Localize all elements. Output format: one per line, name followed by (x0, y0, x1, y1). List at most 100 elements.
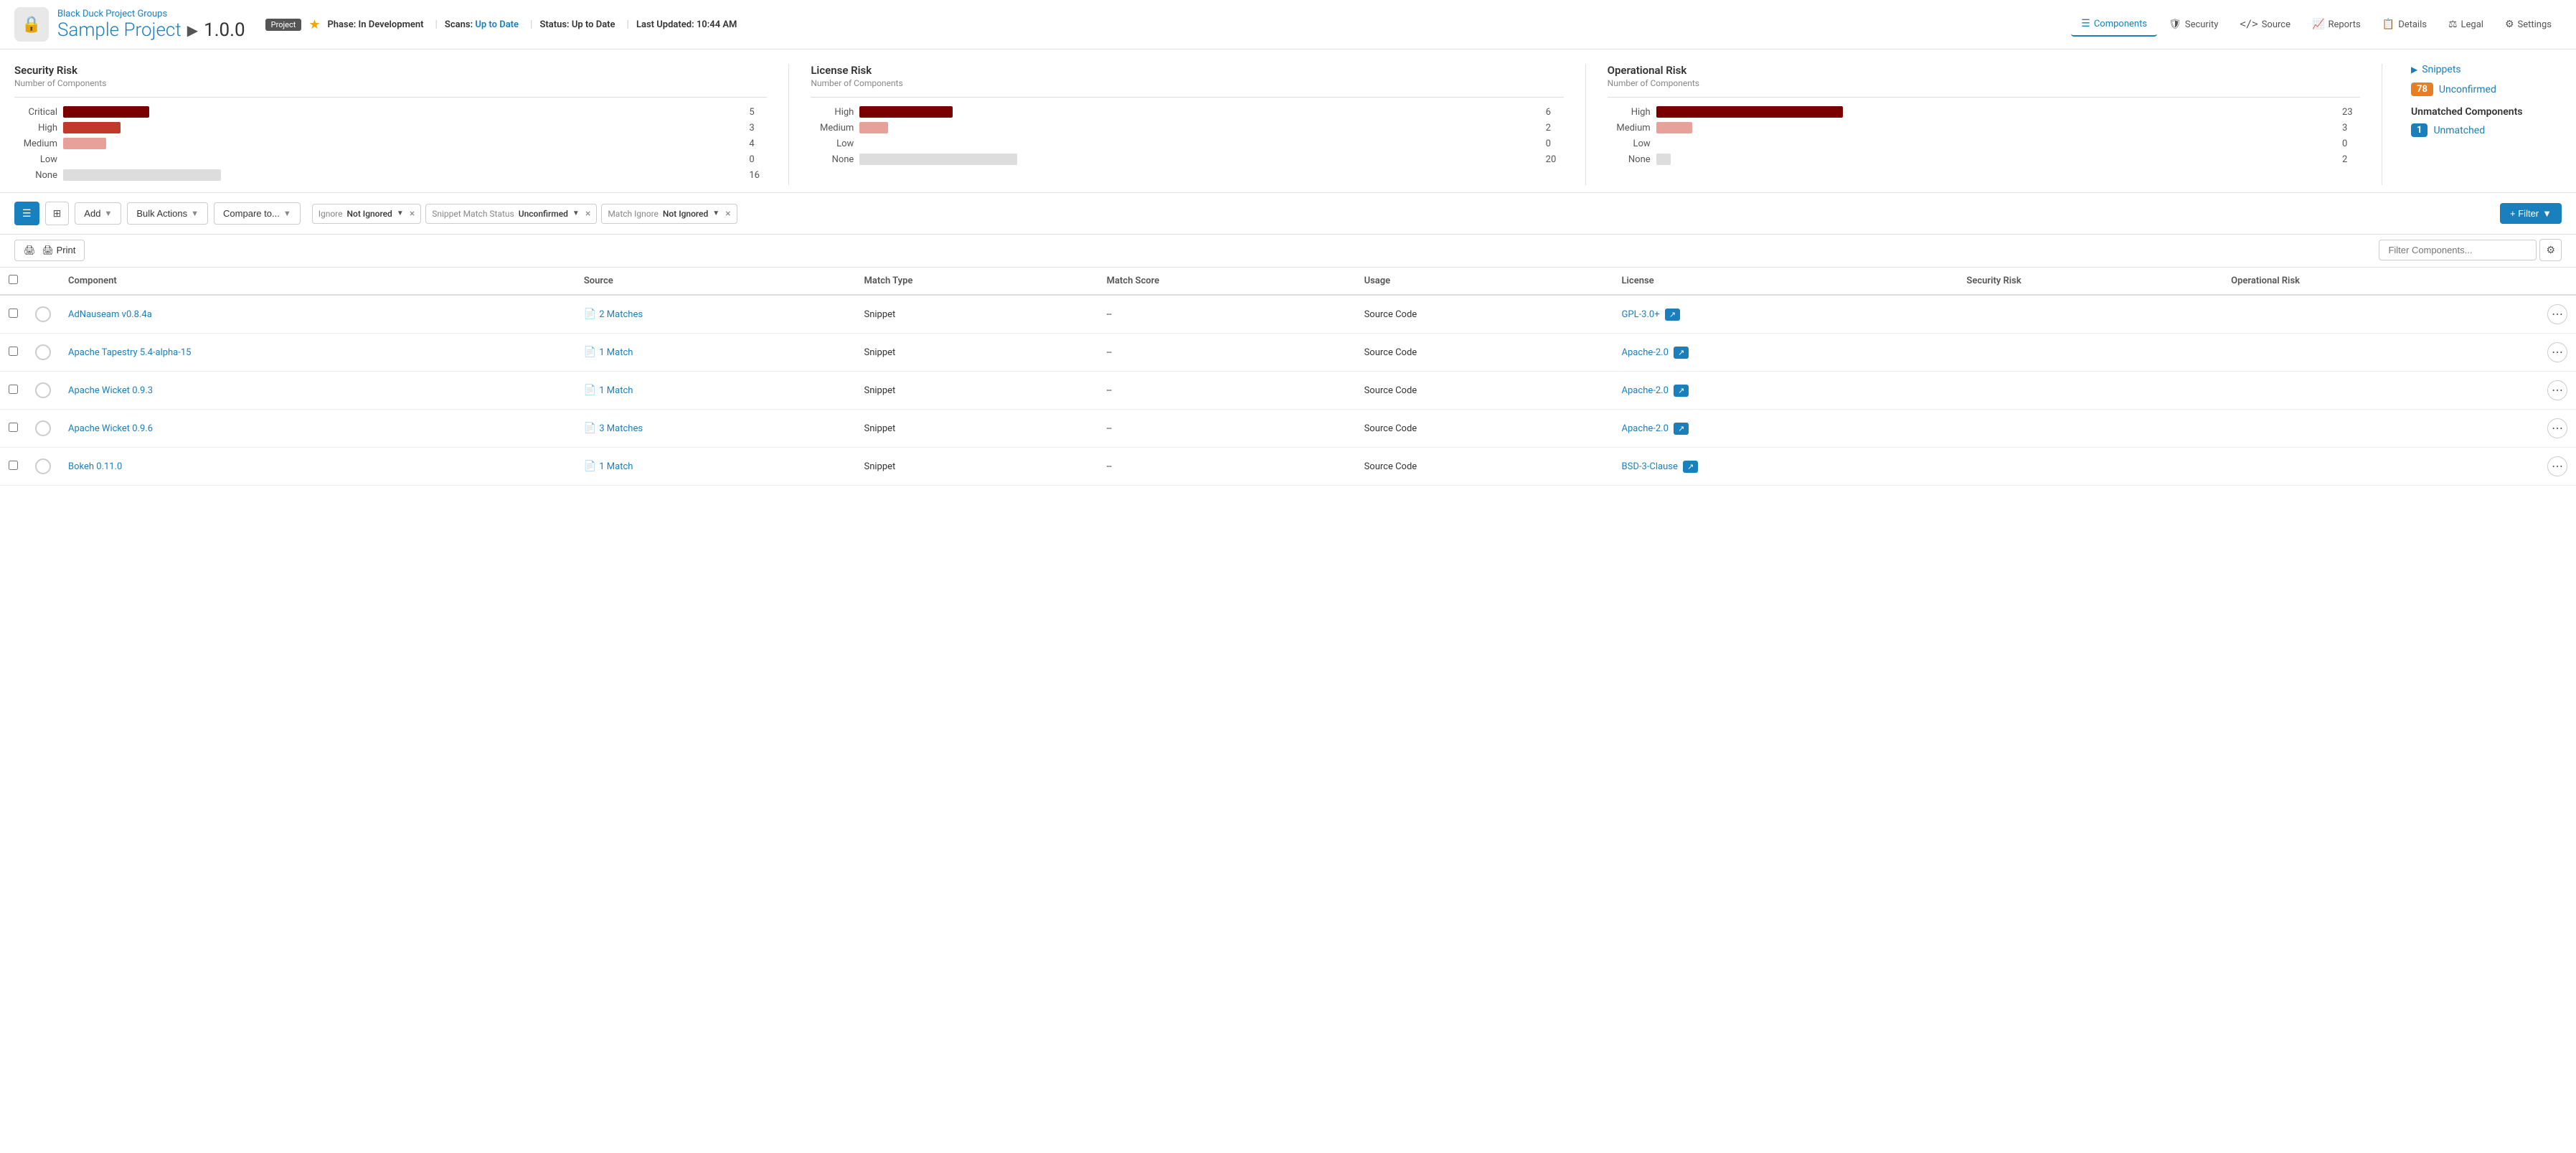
row-usage: Source Code (1356, 410, 1613, 448)
component-name-link[interactable]: Apache Tapestry (68, 347, 138, 358)
filter-input-wrap: ⚙ (2379, 239, 2562, 261)
th-security-risk[interactable]: Security Risk (1958, 268, 2222, 295)
components-table-wrap: Component Source Match Type Match Score … (0, 268, 2576, 486)
license-action-button[interactable]: ↗ (1674, 347, 1689, 359)
component-name-link[interactable]: Apache Wicket (68, 385, 130, 396)
row-match-type: Snippet (855, 295, 1098, 334)
compare-button[interactable]: Compare to... ▼ (214, 202, 301, 225)
license-risk-title: License Risk (811, 64, 1563, 77)
row-actions-cell: ⋯ (2539, 448, 2576, 486)
unconfirmed-link[interactable]: Unconfirmed (2439, 84, 2496, 95)
source-matches-link[interactable]: 📄 1 Match (584, 461, 847, 472)
phase-item: Phase: In Development (327, 19, 423, 30)
compare-chevron-icon: ▼ (283, 210, 291, 218)
tab-source[interactable]: </> Source (2230, 13, 2301, 36)
row-checkbox[interactable] (9, 309, 18, 318)
tab-details[interactable]: 📋 Details (2372, 13, 2437, 36)
component-name-link[interactable]: Apache Wicket (68, 423, 130, 434)
snippet-chip-arrow[interactable]: ▼ (572, 210, 580, 217)
scans-link[interactable]: Up to Date (475, 19, 519, 30)
row-component: AdNauseam v0.8.4a (60, 295, 575, 334)
select-all-checkbox[interactable] (9, 275, 18, 284)
filter-components-input[interactable] (2379, 240, 2537, 260)
tab-security[interactable]: 🛡 Security (2159, 13, 2228, 36)
row-more-button[interactable]: ⋯ (2547, 418, 2567, 438)
source-matches-link[interactable]: 📄 1 Match (584, 347, 847, 358)
snippets-header[interactable]: ▶ Snippets (2411, 64, 2562, 75)
th-operational-risk[interactable]: Operational Risk (2222, 268, 2539, 295)
ignore-chip-close[interactable]: × (410, 208, 415, 220)
th-license[interactable]: License (1613, 268, 1958, 295)
row-more-button[interactable]: ⋯ (2547, 456, 2567, 476)
status-circle[interactable] (35, 420, 51, 436)
license-action-button[interactable]: ↗ (1683, 461, 1698, 473)
row-operational-risk (2222, 334, 2539, 372)
row-checkbox[interactable] (9, 385, 18, 394)
snippet-chip-close[interactable]: × (585, 208, 590, 220)
status-circle[interactable] (35, 458, 51, 474)
source-matches-link[interactable]: 📄 3 Matches (584, 423, 847, 434)
match-chip-close[interactable]: × (725, 208, 730, 220)
row-more-button[interactable]: ⋯ (2547, 304, 2567, 324)
risk-row-low: Low 0 (14, 154, 767, 165)
th-match-score[interactable]: Match Score (1098, 268, 1356, 295)
row-more-button[interactable]: ⋯ (2547, 342, 2567, 362)
filter-settings-button[interactable]: ⚙ (2539, 239, 2562, 261)
project-version: 1.0.0 (204, 19, 245, 41)
table-header-row: Component Source Match Type Match Score … (0, 268, 2576, 295)
status-circle[interactable] (35, 344, 51, 360)
unmatched-link[interactable]: Unmatched (2433, 125, 2485, 136)
project-group[interactable]: Black Duck Project Groups (57, 9, 245, 19)
tree-view-button[interactable]: ⊞ (45, 202, 70, 225)
security-risk-panel: Security Risk Number of Components Criti… (14, 64, 789, 185)
row-security-risk (1958, 334, 2222, 372)
license-action-button[interactable]: ↗ (1674, 423, 1689, 435)
license-link[interactable]: BSD-3-Clause (1622, 461, 1678, 472)
filter-button[interactable]: + Filter ▼ (2500, 203, 2562, 224)
snippets-panel: ▶ Snippets 78 Unconfirmed Unmatched Comp… (2404, 64, 2562, 185)
license-link[interactable]: Apache-2.0 (1622, 385, 1669, 396)
row-source: 📄 1 Match (575, 448, 856, 486)
license-link[interactable]: Apache-2.0 (1622, 347, 1669, 358)
component-name-link[interactable]: AdNauseam (68, 309, 119, 320)
row-checkbox[interactable] (9, 461, 18, 470)
license-link[interactable]: Apache-2.0 (1622, 423, 1669, 434)
operational-risk-subtitle: Number of Components (1608, 78, 2360, 88)
source-matches-link[interactable]: 📄 1 Match (584, 385, 847, 396)
status-circle[interactable] (35, 306, 51, 322)
risk-row-high: High 3 (14, 122, 767, 133)
row-license: GPL-3.0+ ↗ (1613, 295, 1958, 334)
license-link[interactable]: GPL-3.0+ (1622, 309, 1660, 320)
th-source[interactable]: Source (575, 268, 856, 295)
meta-bar: Project ★ Phase: In Development | Scans:… (265, 17, 2063, 32)
source-matches-link[interactable]: 📄 2 Matches (584, 309, 847, 320)
list-view-button[interactable]: ☰ (14, 202, 39, 225)
tab-legal[interactable]: ⚖ Legal (2438, 13, 2494, 36)
row-match-type: Snippet (855, 410, 1098, 448)
print-button[interactable]: 🖨 🖨 Print (14, 240, 85, 261)
add-button[interactable]: Add ▼ (75, 202, 121, 225)
component-name-link[interactable]: Bokeh (68, 461, 94, 472)
row-operational-risk (2222, 448, 2539, 486)
ignore-chip-arrow[interactable]: ▼ (397, 210, 404, 217)
project-info: Black Duck Project Groups Sample Project… (57, 9, 245, 41)
th-match-type[interactable]: Match Type (855, 268, 1098, 295)
component-version: 0.11.0 (96, 461, 122, 472)
match-chip-arrow[interactable]: ▼ (712, 210, 720, 217)
bulk-actions-button[interactable]: Bulk Actions ▼ (127, 202, 208, 225)
license-action-button[interactable]: ↗ (1674, 385, 1689, 397)
table-row: Apache Wicket 0.9.6 📄 3 Matches Snippet … (0, 410, 2576, 448)
status-circle[interactable] (35, 382, 51, 398)
row-checkbox[interactable] (9, 423, 18, 432)
favorite-star[interactable]: ★ (308, 17, 320, 32)
row-more-button[interactable]: ⋯ (2547, 380, 2567, 400)
row-component: Apache Wicket 0.9.3 (60, 372, 575, 410)
th-component[interactable]: Component (60, 268, 575, 295)
row-checkbox[interactable] (9, 347, 18, 356)
row-match-score: -- (1098, 295, 1356, 334)
tab-settings[interactable]: ⚙ Settings (2495, 13, 2562, 36)
tab-reports[interactable]: 📈 Reports (2302, 13, 2371, 36)
th-usage[interactable]: Usage (1356, 268, 1613, 295)
license-action-button[interactable]: ↗ (1665, 309, 1680, 321)
tab-components[interactable]: ☰ Components (2071, 12, 2157, 37)
